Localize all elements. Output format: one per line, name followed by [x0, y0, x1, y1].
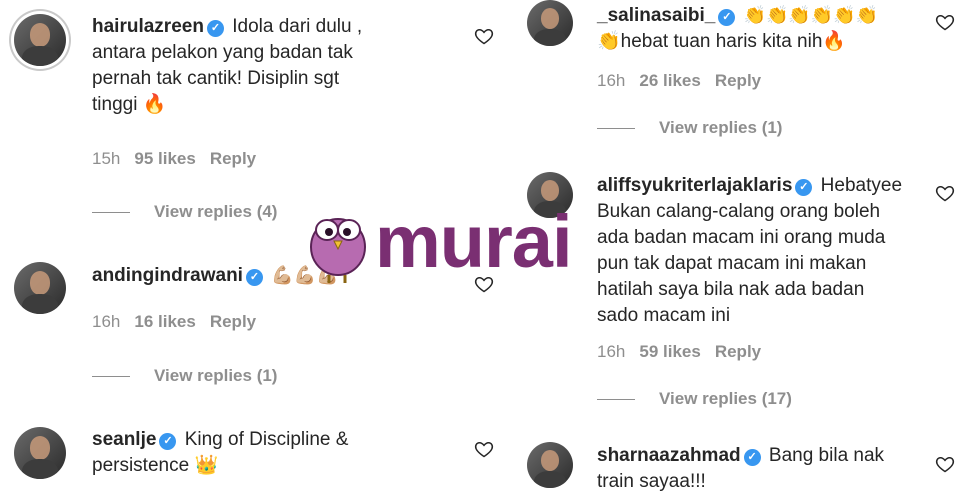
- heart-outline-icon[interactable]: [474, 26, 494, 46]
- view-replies-button[interactable]: View replies (1): [597, 118, 782, 138]
- avatar[interactable]: [527, 442, 573, 488]
- heart-outline-icon[interactable]: [474, 439, 494, 459]
- comment-text: _salinasaibi_ ✓ 👏👏👏👏👏👏 👏hebat tuan haris …: [597, 2, 937, 55]
- username[interactable]: _salinasaibi_: [597, 5, 715, 26]
- likes-count[interactable]: 59 likes: [639, 342, 700, 361]
- comment-line: pun tak dapat macam ini makan: [597, 253, 867, 274]
- verified-badge-icon: ✓: [795, 179, 813, 196]
- verified-badge-icon: ✓: [743, 449, 761, 466]
- timestamp: 16h: [597, 342, 626, 361]
- comment-meta: 16h 26 likes Reply: [597, 71, 775, 91]
- username[interactable]: hairulazreen: [92, 16, 204, 37]
- comment-line: antara pelakon yang badan tak: [92, 42, 353, 63]
- timestamp: 15h: [92, 149, 121, 168]
- comment-line: tinggi 🔥: [92, 94, 167, 115]
- murai-watermark-logo: murai: [305, 200, 580, 285]
- comment-text: sharnaazahmad ✓ Bang bila nak train sayaa…: [597, 443, 937, 495]
- username[interactable]: seanlje: [92, 429, 156, 450]
- avatar[interactable]: [14, 262, 66, 314]
- heart-outline-icon[interactable]: [935, 12, 955, 32]
- likes-count[interactable]: 26 likes: [639, 71, 700, 90]
- reply-button[interactable]: Reply: [715, 342, 761, 361]
- verified-badge-icon: ✓: [159, 433, 177, 450]
- comment-text: seanlje ✓ King of Discipline & persistenc…: [92, 427, 472, 479]
- likes-count[interactable]: 16 likes: [134, 312, 195, 331]
- username[interactable]: andingindrawani: [92, 265, 243, 286]
- avatar[interactable]: [14, 427, 66, 479]
- avatar[interactable]: [14, 14, 66, 66]
- comment-line: Hebatyee: [820, 175, 903, 196]
- view-replies-label: View replies (1): [659, 118, 783, 137]
- username[interactable]: sharnaazahmad: [597, 445, 741, 466]
- reply-button[interactable]: Reply: [210, 312, 256, 331]
- comment-line: sado macam ini: [597, 305, 731, 326]
- comment-line: hatilah saya bila nak ada badan: [597, 279, 865, 300]
- comment-line: persistence 👑: [92, 455, 219, 476]
- comment-meta: 16h 16 likes Reply: [92, 312, 270, 332]
- view-replies-button[interactable]: View replies (4): [92, 202, 277, 222]
- comment-meta: 16h 59 likes Reply: [597, 342, 775, 362]
- avatar[interactable]: [527, 0, 573, 46]
- view-replies-label: View replies (17): [659, 389, 792, 408]
- comment-line: 👏👏👏👏👏👏: [743, 5, 879, 25]
- comment-line: Idola dari dulu ,: [232, 16, 363, 37]
- likes-count[interactable]: 95 likes: [134, 149, 195, 168]
- comment-text: aliffsyukriterlajaklaris ✓ Hebatyee Bukan…: [597, 173, 937, 329]
- verified-badge-icon: ✓: [206, 20, 224, 37]
- view-replies-label: View replies (1): [154, 366, 278, 385]
- comment-line: 👏hebat tuan haris kita nih🔥: [597, 31, 847, 52]
- comment-meta: 15h 95 likes Reply: [92, 149, 270, 169]
- watermark-text: murai: [375, 200, 573, 283]
- reply-button[interactable]: Reply: [210, 149, 256, 168]
- timestamp: 16h: [597, 71, 626, 90]
- view-replies-button[interactable]: View replies (17): [597, 389, 792, 409]
- bird-mascot-icon: [310, 218, 366, 283]
- reply-button[interactable]: Reply: [715, 71, 761, 90]
- divider: [92, 212, 130, 214]
- comment-line: King of Discipline &: [184, 429, 349, 450]
- comment-line: train sayaa!!!: [597, 471, 706, 492]
- comment-line: pernah tak cantik! Disiplin sgt: [92, 68, 340, 89]
- comment-line: ada badan macam ini orang muda: [597, 227, 886, 248]
- verified-badge-icon: ✓: [245, 269, 263, 286]
- view-replies-button[interactable]: View replies (1): [92, 366, 277, 386]
- divider: [597, 128, 635, 130]
- username[interactable]: aliffsyukriterlajaklaris: [597, 175, 792, 196]
- comment-line: Bang bila nak: [768, 445, 885, 466]
- heart-outline-icon[interactable]: [935, 454, 955, 474]
- heart-outline-icon[interactable]: [935, 183, 955, 203]
- divider: [597, 399, 635, 401]
- divider: [92, 376, 130, 378]
- comment-text: hairulazreen ✓ Idola dari dulu , antara p…: [92, 14, 472, 118]
- comment-line: Bukan calang-calang orang boleh: [597, 201, 881, 222]
- view-replies-label: View replies (4): [154, 202, 278, 221]
- verified-badge-icon: ✓: [718, 9, 736, 26]
- timestamp: 16h: [92, 312, 121, 331]
